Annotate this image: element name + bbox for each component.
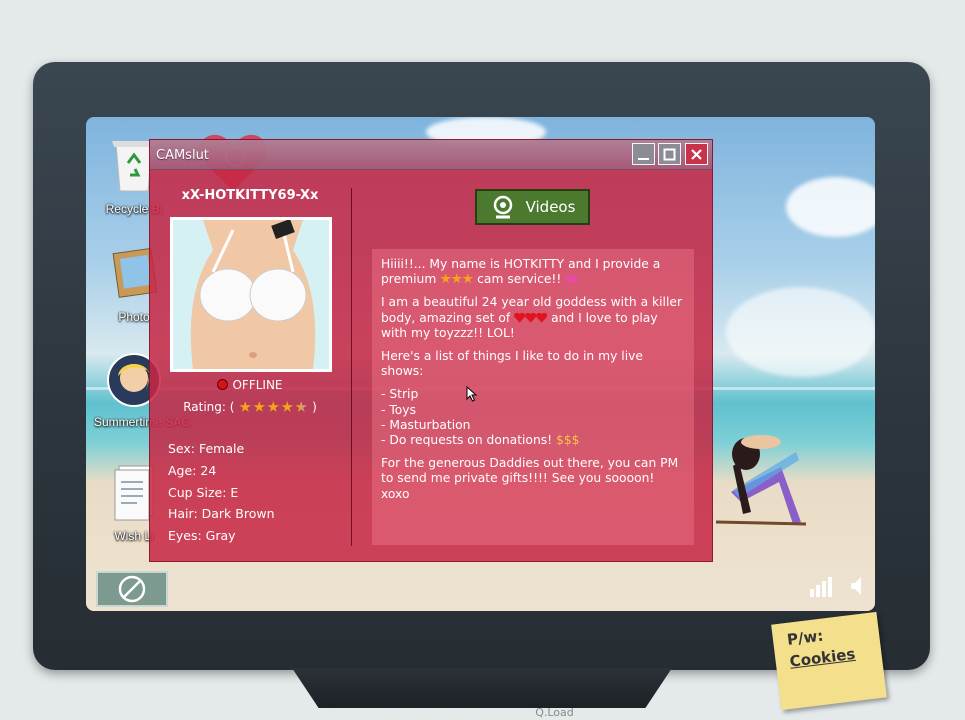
bio-panel: Hiiii!!... My name is HOTKITTY and I pro… bbox=[372, 249, 694, 545]
bio-paragraph-shows: Here's a list of things I like to do in … bbox=[381, 349, 643, 379]
quick-menu-prefs[interactable]: Prefs bbox=[587, 706, 614, 719]
maximize-button[interactable] bbox=[658, 143, 681, 165]
stat-cup-size: Cup Size: E bbox=[168, 484, 239, 500]
half-star-icon bbox=[295, 401, 308, 412]
list-item-text: - Do requests on donations! bbox=[381, 433, 553, 448]
bio-list: - Strip - Toys - Masturbation - Do reque… bbox=[381, 387, 686, 448]
system-tray bbox=[809, 575, 865, 597]
videos-button[interactable]: Videos bbox=[475, 189, 590, 225]
star-icon bbox=[253, 401, 266, 412]
bio-paragraph-intro: Hiiii!!... My name is HOTKITTY and I pro… bbox=[381, 257, 686, 287]
star-icon bbox=[281, 401, 294, 412]
stat-eyes: Eyes: Gray bbox=[168, 528, 236, 544]
monitor-stand bbox=[292, 668, 672, 708]
rating-label: Rating: ( bbox=[183, 400, 235, 414]
profile-photo bbox=[173, 220, 329, 369]
star-emoji-icon bbox=[440, 273, 452, 284]
bio-paragraph-closing: For the generous Daddies out there, you … bbox=[381, 456, 679, 501]
start-button[interactable] bbox=[96, 571, 168, 607]
lips-emoji-icon bbox=[565, 275, 579, 284]
rating-close: ) bbox=[312, 400, 317, 414]
quick-menu-qsave[interactable]: Q.Save bbox=[483, 706, 522, 719]
maximize-icon bbox=[663, 148, 676, 160]
mouse-cursor-icon bbox=[466, 386, 478, 402]
bio-text: cam service!! bbox=[477, 272, 562, 287]
quick-menu: Hide Skip Auto Save Q.Save Q.Load Prefs bbox=[330, 706, 614, 719]
list-item: - Strip bbox=[381, 387, 419, 402]
online-status: OFFLINE bbox=[150, 378, 350, 392]
quick-menu-qload[interactable]: Q.Load bbox=[535, 706, 574, 719]
heart-emoji-icon bbox=[536, 313, 547, 323]
heart-emoji-icon bbox=[525, 313, 536, 323]
star-emoji-icon bbox=[451, 273, 463, 284]
quick-menu-save[interactable]: Save bbox=[443, 706, 470, 719]
camslut-window: CAMslut xX-HOTKITTY69-Xx OFFLINE Rating:… bbox=[149, 139, 713, 562]
profile-username: xX-HOTKITTY69-Xx bbox=[181, 188, 319, 203]
close-icon bbox=[691, 148, 702, 160]
cloud bbox=[726, 287, 875, 377]
rating: Rating: ( ) bbox=[150, 400, 350, 416]
stat-age: Age: 24 bbox=[168, 462, 217, 478]
signal-bars-icon[interactable] bbox=[809, 575, 835, 597]
close-button[interactable] bbox=[685, 143, 708, 165]
list-item: - Do requests on donations! $$$ bbox=[381, 433, 686, 448]
bio-paragraph-body: I am a beautiful 24 year old goddess wit… bbox=[381, 295, 686, 341]
webcam-icon bbox=[493, 195, 512, 219]
status-text: OFFLINE bbox=[232, 378, 283, 392]
star-icon bbox=[239, 401, 252, 412]
minimize-icon bbox=[638, 157, 649, 160]
list-item: - Toys bbox=[381, 402, 416, 417]
cloud bbox=[786, 177, 875, 237]
quick-menu-hide[interactable]: Hide bbox=[330, 706, 355, 719]
heart-emoji-icon bbox=[514, 313, 525, 323]
speaker-icon[interactable] bbox=[849, 575, 865, 597]
videos-button-label: Videos bbox=[525, 198, 576, 216]
list-item: - Masturbation bbox=[381, 417, 471, 432]
profile-stats: Sex: Female Age: 24 Cup Size: E Hair: Da… bbox=[168, 438, 275, 547]
window-title: CAMslut bbox=[156, 148, 209, 163]
star-icon bbox=[267, 401, 280, 412]
stat-hair: Hair: Dark Brown bbox=[168, 506, 275, 522]
column-divider bbox=[351, 188, 352, 546]
no-entry-icon bbox=[118, 575, 146, 603]
quick-menu-skip[interactable]: Skip bbox=[368, 706, 391, 719]
window-titlebar[interactable]: CAMslut bbox=[150, 140, 712, 170]
profile-avatar bbox=[170, 217, 332, 372]
money-text: $$$ bbox=[556, 433, 580, 448]
minimize-button[interactable] bbox=[632, 143, 655, 165]
beach-girl-illustration bbox=[715, 435, 807, 526]
password-sticky-note: P/w: Cookies bbox=[771, 611, 887, 711]
status-dot-icon bbox=[217, 379, 229, 390]
star-emoji-icon bbox=[462, 273, 474, 284]
stat-sex: Sex: Female bbox=[168, 441, 245, 456]
rating-stars bbox=[238, 401, 308, 416]
taskbar bbox=[86, 565, 875, 611]
quick-menu-auto[interactable]: Auto bbox=[404, 706, 430, 719]
